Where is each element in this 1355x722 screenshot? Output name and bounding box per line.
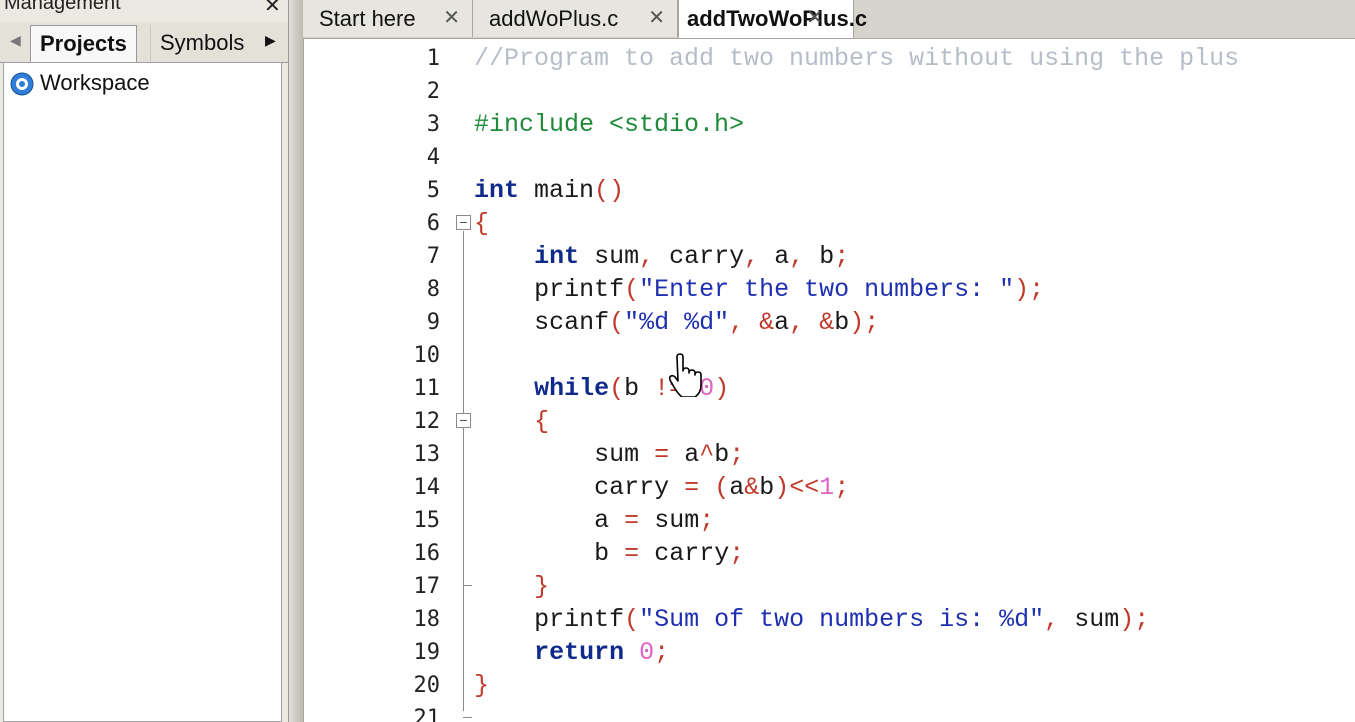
tab-projects[interactable]: Projects (30, 25, 137, 63)
project-tree: Workspace (3, 62, 282, 722)
code-line[interactable]: carry = (a&b)<<1; (474, 471, 849, 504)
line-number: 21 (413, 706, 441, 722)
line-number: 17 (413, 574, 441, 599)
line-number: 1 (426, 46, 440, 71)
code-line[interactable]: printf("Enter the two numbers: "); (474, 273, 1044, 306)
tab-symbols[interactable]: Symbols (150, 25, 253, 61)
code-line[interactable]: { (474, 207, 489, 240)
line-number: 7 (426, 244, 440, 269)
line-number: 9 (426, 310, 440, 335)
tab-label: Start here (319, 6, 416, 31)
panel-splitter[interactable] (288, 0, 304, 722)
line-number: 13 (413, 442, 441, 467)
line-number: 2 (426, 79, 440, 104)
tree-item-workspace[interactable]: Workspace (40, 70, 150, 96)
line-number: 3 (426, 112, 440, 137)
editor-tab-bar: Start here ✕ addWoPlus.c ✕ addTwoWoPlus.… (303, 0, 1355, 39)
code-line[interactable]: //Program to add two numbers without usi… (474, 42, 1239, 75)
management-panel: Management ✕ ◀ Projects Symbols ▶ Worksp… (0, 0, 288, 722)
management-tab-bar: ◀ Projects Symbols ▶ (0, 22, 288, 63)
line-number: 10 (413, 343, 441, 368)
management-close-icon[interactable]: ✕ (264, 0, 281, 18)
line-number-gutter: 1 2 3 4 5 6 7 8 9 10 11 12 13 14 15 16 17 18 19 20 21 (304, 39, 440, 722)
code-line[interactable]: int main() (474, 174, 624, 207)
tab-label: addTwoWoPlus.c (687, 6, 868, 31)
tab-addtwowoplus[interactable]: addTwoWoPlus.c ✕ (678, 0, 867, 38)
tab-label: addWoPlus.c (489, 6, 619, 31)
line-number: 15 (413, 508, 441, 533)
line-number: 19 (413, 640, 441, 665)
hand-pointer-icon (668, 353, 702, 402)
fold-guide (463, 231, 464, 711)
line-number: 18 (413, 607, 441, 632)
line-number: 6 (426, 211, 440, 236)
line-number: 20 (413, 673, 441, 698)
code-line[interactable]: } (474, 570, 549, 603)
code-line[interactable]: a = sum; (474, 504, 714, 537)
line-number: 5 (426, 178, 440, 203)
tab-start-here[interactable]: Start here ✕ (303, 0, 473, 37)
workspace-icon (10, 72, 34, 101)
tab-scroll-right-icon[interactable]: ▶ (265, 32, 276, 49)
fold-main-end (463, 717, 472, 718)
code-line[interactable]: scanf("%d %d", &a, &b); (474, 306, 879, 339)
close-icon[interactable]: ✕ (648, 0, 665, 37)
close-icon[interactable]: ✕ (443, 0, 460, 37)
code-line[interactable]: { (474, 405, 549, 438)
fold-while-icon[interactable] (456, 413, 471, 428)
fold-while-end (463, 585, 472, 586)
line-number: 8 (426, 277, 440, 302)
line-number: 11 (413, 376, 441, 401)
code-line[interactable]: int sum, carry, a, b; (474, 240, 849, 273)
code-line[interactable]: printf("Sum of two numbers is: %d", sum)… (474, 603, 1149, 636)
fold-main-icon[interactable] (456, 215, 471, 230)
code-line[interactable]: sum = a^b; (474, 438, 744, 471)
line-number: 12 (413, 409, 441, 434)
line-number: 14 (413, 475, 441, 500)
code-line[interactable]: b = carry; (474, 537, 744, 570)
line-number: 4 (426, 145, 440, 170)
close-icon[interactable]: ✕ (806, 0, 823, 37)
tab-addwoplus[interactable]: addWoPlus.c ✕ (473, 0, 678, 37)
fold-margin (454, 39, 474, 722)
tab-scroll-left-icon[interactable]: ◀ (10, 32, 21, 49)
line-number: 16 (413, 541, 441, 566)
code-line[interactable]: } (474, 669, 489, 702)
code-line[interactable]: #include <stdio.h> (474, 108, 744, 141)
code-editor[interactable]: 1 2 3 4 5 6 7 8 9 10 11 12 13 14 15 16 17 18 19 20 21 //Prog… (303, 39, 1355, 722)
code-line[interactable]: return 0; (474, 636, 669, 669)
management-title: Management (4, 0, 121, 14)
